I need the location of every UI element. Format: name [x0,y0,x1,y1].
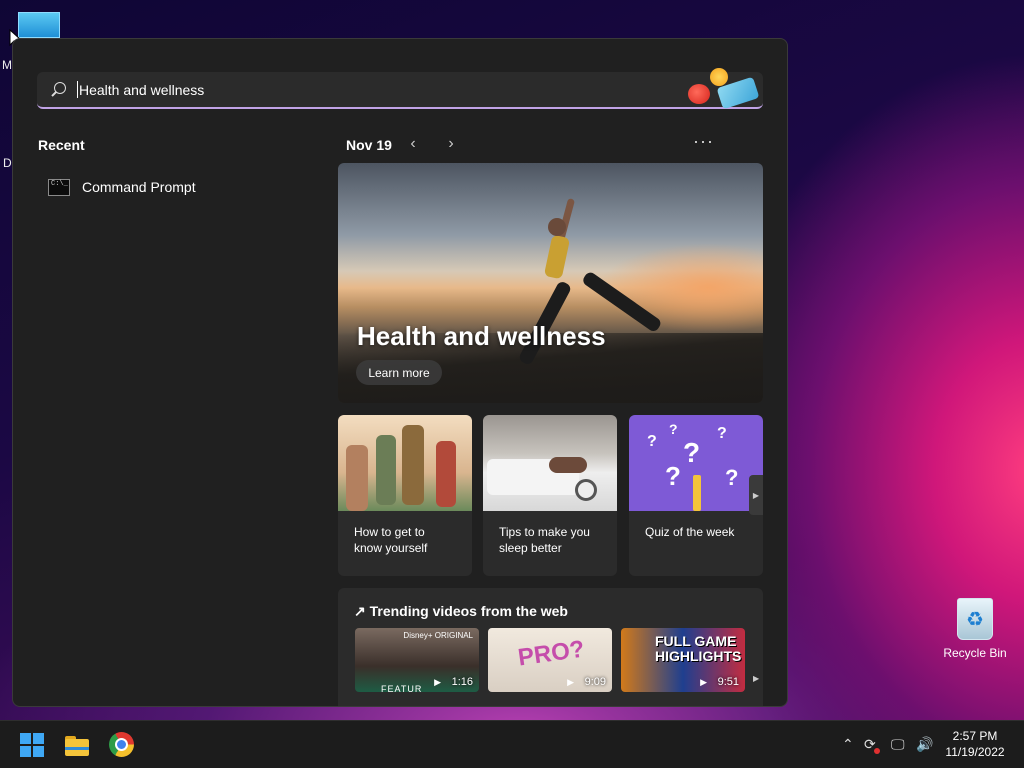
command-prompt-icon: C:\_ [48,178,70,196]
start-button[interactable] [20,733,44,757]
video-duration: 1:16 [451,676,473,688]
learn-more-button[interactable]: Learn more [356,360,442,385]
recycle-bin-icon: ♻ [957,598,993,640]
search-highlight-illustration [683,66,763,110]
hero-card[interactable]: Health and wellness Learn more [338,163,763,403]
video-duration: 9:51 [717,676,739,688]
runner-figure [508,188,678,388]
recent-item-command-prompt[interactable]: C:\_ Command Prompt [43,172,293,202]
volume-icon[interactable]: 🔊 [916,736,933,753]
chrome-icon[interactable] [109,732,134,757]
recycle-bin[interactable]: ♻ Recycle Bin [942,598,1008,660]
play-icon: ▶ [700,677,707,687]
disney-plus-badge: Disney+ ORIGINAL [403,631,473,640]
recent-item-label: Command Prompt [82,179,196,195]
clock-date: 11/19/2022 [945,745,1005,759]
trending-videos-section: ↗ Trending videos from the web Disney+ O… [338,588,763,706]
file-explorer-icon[interactable] [65,734,89,758]
search-panel: Recent C:\_ Command Prompt Nov 19 ‹ › ··… [12,38,788,707]
card-quiz-of-the-week[interactable]: ? ? ? ? ? ? Quiz of the week [629,415,763,576]
apple-icon [688,84,710,104]
video-thumbnail-3[interactable]: FULL GAME HIGHLIGHTS ▶ 9:51 [621,628,745,692]
card-know-yourself[interactable]: How to get to know yourself [338,415,472,576]
desktop-icon-label[interactable]: M [2,58,12,72]
video-overlay-text: FEATUR [381,684,423,692]
taskbar: ⌃ ⟳ 🖵 🔊 [0,720,1024,768]
trending-title: ↗ Trending videos from the web [354,603,568,619]
clock-time: 2:57 PM [952,729,998,743]
card-caption: How to get to know yourself [354,525,428,555]
play-icon: ▶ [567,677,574,687]
search-box[interactable] [37,68,763,110]
previous-day-button[interactable]: ‹ [403,135,423,153]
video-overlay-text: PRO? [516,635,587,672]
highlights-date: Nov 19 [346,137,392,153]
video-duration: 9:09 [584,676,606,688]
show-hidden-icons-chevron-icon[interactable]: ⌃ [842,736,854,753]
recent-heading: Recent [38,137,85,153]
yoga-class-image [338,415,472,511]
card-sleep-better[interactable]: Tips to make you sleep better [483,415,617,576]
video-overlay-text: FULL GAME HIGHLIGHTS [655,633,742,664]
search-icon [51,81,67,98]
desktop-icon-folder[interactable] [18,12,60,38]
hero-title: Health and wellness [357,321,606,351]
search-input[interactable] [77,81,763,98]
network-icon[interactable]: 🖵 [891,736,905,753]
sleeping-person-image [483,415,617,511]
next-day-button[interactable]: › [441,135,461,153]
question-marks-image: ? ? ? ? ? ? [629,415,763,511]
video-thumbnail-1[interactable]: Disney+ ORIGINAL FEATUR ▶ 1:16 [355,628,479,692]
card-caption: Quiz of the week [645,525,735,539]
update-alert-dot [874,748,880,754]
videos-next-button[interactable]: ▶ [753,674,759,683]
video-thumbnail-2[interactable]: PRO? ▶ 9:09 [488,628,612,692]
card-caption: Tips to make you sleep better [499,525,590,555]
cards-next-button[interactable]: ▶ [749,475,763,515]
sun-icon [710,68,728,86]
play-icon: ▶ [434,677,441,687]
more-options-button[interactable]: ··· [693,131,714,152]
recycle-bin-label: Recycle Bin [943,646,1007,660]
clock[interactable]: 2:57 PM 11/19/2022 [940,728,1010,760]
